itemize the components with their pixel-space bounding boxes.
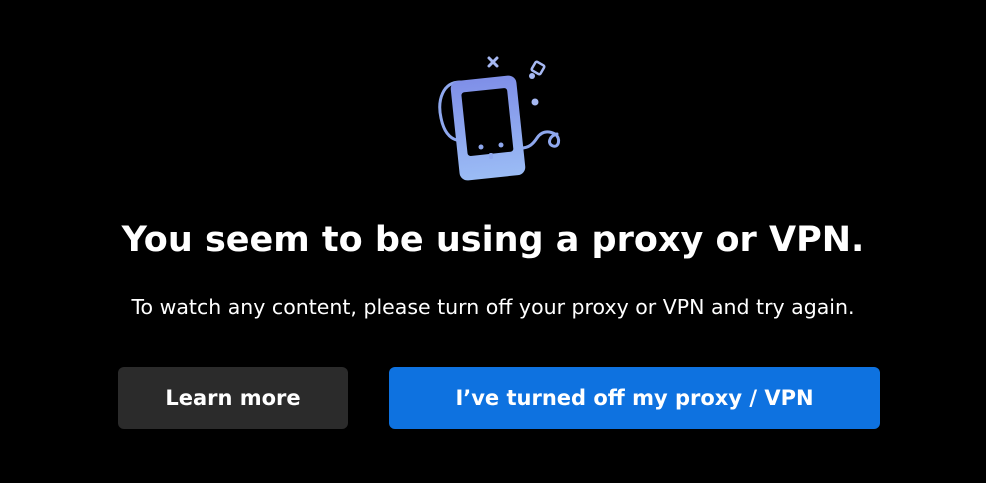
instruction-message: To watch any content, please turn off yo… <box>131 295 855 319</box>
vpn-phone-illustration-icon <box>438 56 561 181</box>
vpn-block-dialog: You seem to be using a proxy or VPN. To … <box>0 0 986 483</box>
turned-off-vpn-button[interactable]: I’ve turned off my proxy / VPN <box>389 367 880 429</box>
page-title: You seem to be using a proxy or VPN. <box>121 220 865 260</box>
learn-more-button[interactable]: Learn more <box>118 367 348 429</box>
